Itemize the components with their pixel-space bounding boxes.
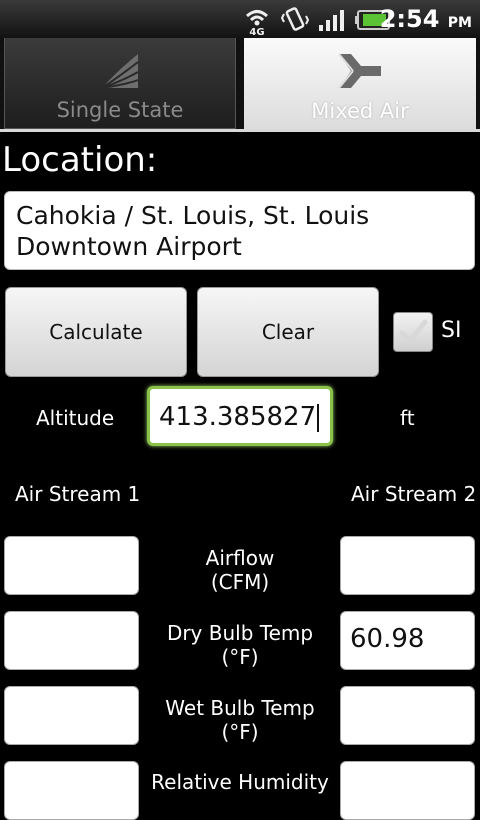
row-label-line: Relative Humidity <box>151 770 329 794</box>
location-label: Location: <box>2 140 158 180</box>
air-stream-2-label: Air Stream 2 <box>351 482 477 506</box>
row-label-unit: (°F) <box>221 720 259 744</box>
dry-bulb-stream-1-input[interactable] <box>4 611 139 670</box>
tab-single-state[interactable]: Single State <box>4 38 236 129</box>
humidity-stream-2-input[interactable] <box>340 761 475 820</box>
dry-bulb-stream-2-input[interactable]: 60.98 <box>340 611 475 670</box>
row-label-unit: (°F) <box>221 645 259 669</box>
airflow-stream-2-input[interactable] <box>340 536 475 595</box>
altitude-value: 413.385827 <box>159 402 317 432</box>
svg-text:4G: 4G <box>249 27 264 36</box>
airflow-label: Airflow (CFM) <box>150 546 330 594</box>
si-label: SI <box>441 318 462 343</box>
tab-underline <box>0 129 480 132</box>
tab-mixed-air[interactable]: Mixed Air <box>244 38 476 129</box>
wet-bulb-stream-2-input[interactable] <box>340 686 475 745</box>
location-line-1: Cahokia / St. Louis, St. Louis <box>16 201 370 230</box>
altitude-unit: ft <box>400 406 415 430</box>
row-label-line: Wet Bulb Temp <box>165 696 315 720</box>
text-caret <box>317 403 320 432</box>
humidity-stream-1-input[interactable] <box>4 761 139 820</box>
location-field[interactable]: Cahokia / St. Louis, St. Louis Downtown … <box>4 191 475 270</box>
tab-label: Mixed Air <box>311 99 409 123</box>
tab-bar: Single State Mixed Air <box>0 38 480 131</box>
status-bar: 4G 2:54 PM <box>0 0 480 38</box>
airflow-stream-1-input[interactable] <box>4 536 139 595</box>
row-label-unit: (CFM) <box>210 570 270 594</box>
dry-bulb-label: Dry Bulb Temp (°F) <box>150 621 330 669</box>
vibrate-icon <box>281 7 309 31</box>
clear-button[interactable]: Clear <box>197 287 379 377</box>
location-line-2: Downtown Airport <box>16 232 242 261</box>
clock: 2:54 PM <box>379 5 472 33</box>
mixed-air-icon <box>338 53 381 89</box>
humidity-label: Relative Humidity <box>150 770 330 794</box>
checkmark-icon <box>399 319 428 345</box>
wet-bulb-stream-1-input[interactable] <box>4 686 139 745</box>
air-stream-1-label: Air Stream 1 <box>15 482 141 506</box>
tab-label: Single State <box>56 98 184 122</box>
wet-bulb-label: Wet Bulb Temp (°F) <box>150 696 330 744</box>
row-label-line: Dry Bulb Temp <box>166 621 314 645</box>
single-state-icon <box>101 54 139 89</box>
cell-signal-icon <box>319 10 344 31</box>
altitude-label: Altitude <box>36 406 115 430</box>
row-label-line: Airflow <box>205 546 275 570</box>
calculate-button[interactable]: Calculate <box>5 287 187 377</box>
altitude-input[interactable]: 413.385827 <box>147 386 333 446</box>
4g-signal-icon: 4G <box>245 10 269 36</box>
si-checkbox[interactable] <box>393 312 433 352</box>
